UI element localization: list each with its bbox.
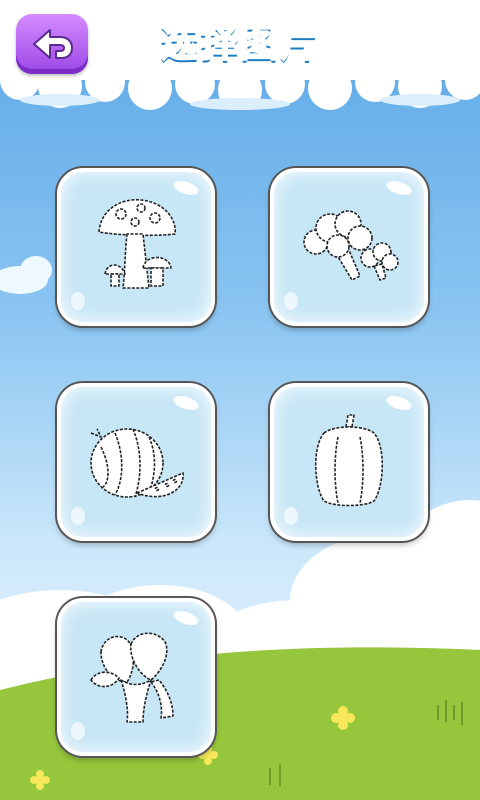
tile-bell-pepper[interactable] — [270, 383, 428, 541]
tile-mushroom[interactable] — [57, 168, 215, 326]
page-title: 选择图片 — [159, 20, 320, 66]
tile-bok-choy[interactable] — [57, 598, 215, 756]
gloss-highlight — [284, 292, 298, 310]
broccoli-icon — [303, 210, 399, 281]
screen: 选择图片 — [0, 0, 480, 800]
gloss-highlight — [71, 292, 85, 310]
watermelon-icon — [90, 428, 184, 498]
gloss-highlight — [71, 722, 85, 740]
bok-choy-icon — [90, 632, 174, 723]
tile-broccoli[interactable] — [270, 168, 428, 326]
cloud-decoration — [0, 256, 52, 294]
bell-pepper-icon — [314, 414, 384, 507]
gloss-highlight — [284, 507, 298, 525]
mushroom-icon — [98, 198, 176, 289]
tile-watermelon[interactable] — [57, 383, 215, 541]
gloss-highlight — [71, 507, 85, 525]
